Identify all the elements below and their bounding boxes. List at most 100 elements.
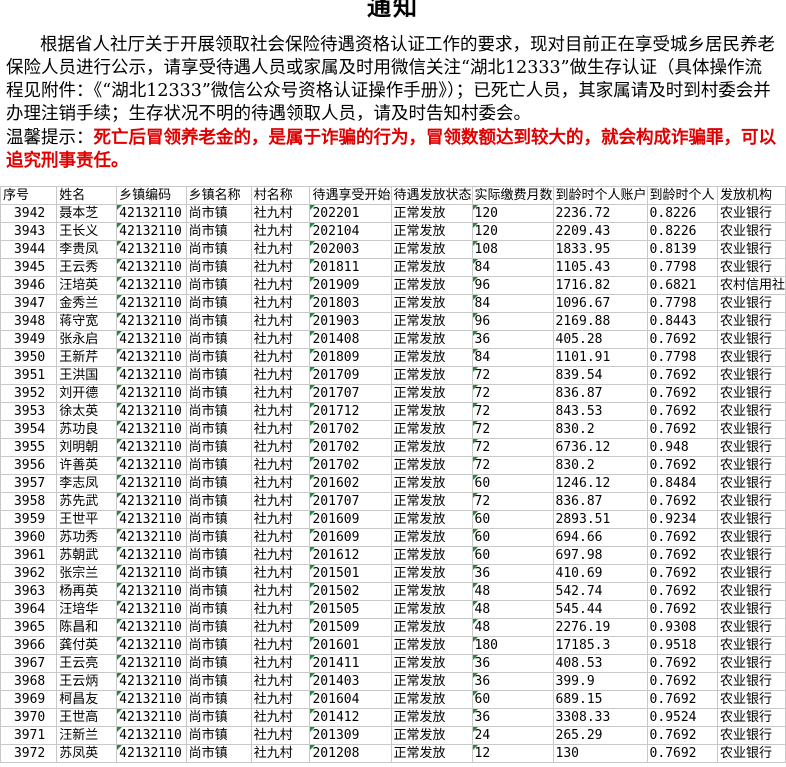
table-cell: 0.8226 (646, 204, 718, 223)
table-cell: 201403 (309, 672, 392, 691)
table-cell: 正常发放 (390, 438, 473, 457)
table-cell: 3969 (0, 690, 58, 709)
table-cell: 542.74 (552, 582, 648, 601)
table-cell: 3970 (0, 708, 58, 727)
table-cell: 社九村 (250, 474, 311, 493)
table-cell: 尚市镇 (185, 312, 252, 331)
table-cell: 3955 (0, 438, 58, 457)
table-cell: 42132110 (116, 420, 187, 439)
table-cell: 0.7692 (646, 420, 718, 439)
table-cell: 201609 (309, 528, 392, 547)
table-cell: 张永启 (56, 330, 118, 349)
notice-title: 通知 (367, 0, 419, 21)
table-cell: 3952 (0, 384, 58, 403)
table-cell: 202201 (309, 204, 392, 223)
table-cell: 42132110 (116, 510, 187, 529)
table-cell: 尚市镇 (185, 708, 252, 727)
table-cell: 3947 (0, 294, 58, 313)
table-cell: 0.8484 (646, 474, 718, 493)
table-cell: 42132110 (116, 528, 187, 547)
table-row: 3953 徐太英 42132110 尚市镇 社九村 201712 正常发放 72 843.53 0… (0, 402, 786, 421)
table-cell: 42132110 (116, 618, 187, 637)
table-cell: 尚市镇 (185, 456, 252, 475)
table-cell: 王洪国 (56, 366, 118, 385)
table-cell: 正常发放 (390, 654, 473, 673)
table-cell: 张宗兰 (56, 564, 118, 583)
table-cell: 正常发放 (390, 564, 473, 583)
column-header: 待遇发放状态 (390, 186, 473, 205)
table-body: 3942 聂本芝 42132110 尚市镇 社九村 202201 正常发放 120 2236.7… (0, 204, 786, 763)
table-cell: 正常发放 (390, 420, 473, 439)
table-cell: 830.2 (552, 456, 648, 475)
table-row: 3969 柯昌友 42132110 尚市镇 社九村 201604 正常发放 60 689.15 0… (0, 690, 786, 709)
table-cell: 405.28 (552, 330, 648, 349)
table-cell: 正常发放 (390, 744, 473, 763)
table-row: 3958 苏先武 42132110 尚市镇 社九村 201707 正常发放 72 836.87 0… (0, 492, 786, 511)
table-cell: 农业银行 (716, 456, 786, 475)
table-cell: 尚市镇 (185, 528, 252, 547)
table-cell: 尚市镇 (185, 582, 252, 601)
table-cell: 正常发放 (390, 276, 473, 295)
table-cell: 42132110 (116, 474, 187, 493)
tip-label: 温馨提示： (6, 128, 94, 148)
table-cell: 刘明朝 (56, 438, 118, 457)
table-cell: 399.9 (552, 672, 648, 691)
table-cell: 尚市镇 (185, 600, 252, 619)
table-cell: 正常发放 (390, 600, 473, 619)
table-cell: 社九村 (250, 294, 311, 313)
table-cell: 3963 (0, 582, 58, 601)
table-cell: 3962 (0, 564, 58, 583)
table-cell: 正常发放 (390, 708, 473, 727)
table-cell: 689.15 (552, 690, 648, 709)
table-cell: 社九村 (250, 420, 311, 439)
table-cell: 201903 (309, 312, 392, 331)
table-cell: 农业银行 (716, 726, 786, 745)
table-cell: 120 (471, 204, 554, 223)
table-cell: 694.66 (552, 528, 648, 547)
table-cell: 农业银行 (716, 672, 786, 691)
table-cell: 王云秀 (56, 258, 118, 277)
table-cell: 正常发放 (390, 294, 473, 313)
table-cell: 2169.88 (552, 312, 648, 331)
table-cell: 农业银行 (716, 528, 786, 547)
table-row: 3945 王云秀 42132110 尚市镇 社九村 201811 正常发放 84 1105.43… (0, 258, 786, 277)
table-row: 3946 汪培英 42132110 尚市镇 社九村 201909 正常发放 96 1716.82… (0, 276, 786, 295)
table-cell: 尚市镇 (185, 474, 252, 493)
table-cell: 6736.12 (552, 438, 648, 457)
table-cell: 96 (471, 312, 554, 331)
table-row: 3957 李志凤 42132110 尚市镇 社九村 201602 正常发放 60 1246.12… (0, 474, 786, 493)
table-cell: 201702 (309, 456, 392, 475)
table-cell: 830.2 (552, 420, 648, 439)
table-cell: 201509 (309, 618, 392, 637)
table-cell: 0.7692 (646, 582, 718, 601)
table-cell: 3965 (0, 618, 58, 637)
table-cell: 社九村 (250, 510, 311, 529)
table-cell: 正常发放 (390, 528, 473, 547)
table-cell: 108 (471, 240, 554, 259)
table-cell: 社九村 (250, 240, 311, 259)
table-cell: 农业银行 (716, 222, 786, 241)
table-cell: 84 (471, 348, 554, 367)
table-cell: 社九村 (250, 402, 311, 421)
table-cell: 0.7692 (646, 330, 718, 349)
column-header: 村名称 (250, 186, 311, 205)
table-row: 3961 苏朝武 42132110 尚市镇 社九村 201612 正常发放 60 697.98 0… (0, 546, 786, 565)
column-header: 姓名 (56, 186, 118, 205)
table-cell: 0.7692 (646, 384, 718, 403)
table-row: 3949 张永启 42132110 尚市镇 社九村 201408 正常发放 36 405.28 0… (0, 330, 786, 349)
table-cell: 社九村 (250, 348, 311, 367)
table-cell: 正常发放 (390, 330, 473, 349)
table-row: 3968 王云炳 42132110 尚市镇 社九村 201403 正常发放 36 399.9 0.… (0, 672, 786, 691)
table-cell: 1105.43 (552, 258, 648, 277)
table-cell: 36 (471, 708, 554, 727)
table-cell: 48 (471, 618, 554, 637)
table-cell: 201809 (309, 348, 392, 367)
table-cell: 3950 (0, 348, 58, 367)
table-cell: 苏先武 (56, 492, 118, 511)
table-cell: 42132110 (116, 222, 187, 241)
table-cell: 正常发放 (390, 672, 473, 691)
table-cell: 72 (471, 438, 554, 457)
table-cell: 42132110 (116, 690, 187, 709)
table-cell: 农业银行 (716, 402, 786, 421)
table-cell: 1716.82 (552, 276, 648, 295)
